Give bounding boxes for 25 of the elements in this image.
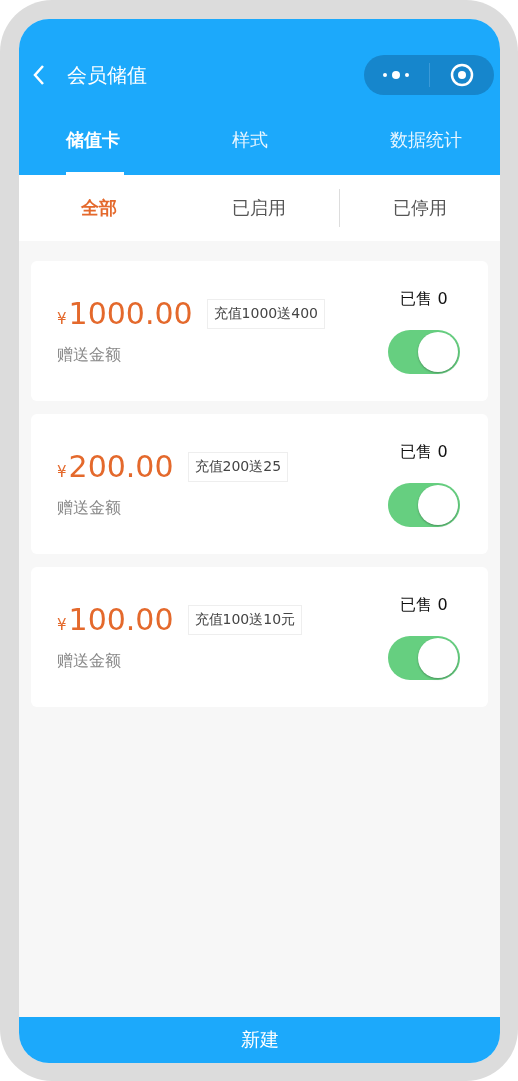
toggle-switch[interactable] — [388, 635, 460, 680]
gift-label: 赠送金额 — [57, 498, 122, 519]
filter-tab[interactable]: 已停用 — [339, 189, 500, 227]
sold-count: 已售 0 — [400, 441, 448, 463]
gift-label: 赠送金额 — [57, 345, 122, 366]
sold-count: 已售 0 — [400, 288, 448, 310]
promo-tag: 充值1000送400 — [206, 298, 325, 329]
toggle-switch[interactable] — [388, 482, 460, 527]
promo-tag: 充值100送10元 — [187, 604, 303, 635]
more-icon[interactable] — [381, 70, 412, 80]
sold-count: 已售 0 — [400, 594, 448, 616]
amount: ¥100.00 — [57, 602, 174, 637]
back-icon[interactable] — [31, 63, 47, 87]
amount: ¥1000.00 — [57, 296, 193, 331]
tab[interactable]: 样式 — [179, 105, 321, 175]
toggle-switch[interactable] — [388, 329, 460, 374]
filter-tab[interactable]: 全部 — [19, 175, 179, 241]
gift-label: 赠送金额 — [57, 651, 122, 672]
page-title: 会员储值 — [67, 61, 148, 89]
amount: ¥200.00 — [57, 449, 174, 484]
tab[interactable]: 储值卡 — [19, 105, 179, 175]
promo-tag: 充值200送25 — [187, 451, 289, 482]
new-button[interactable]: 新建 — [19, 1017, 500, 1063]
tab[interactable]: 数据统计 — [320, 105, 500, 175]
filter-tab[interactable]: 已启用 — [179, 175, 339, 241]
